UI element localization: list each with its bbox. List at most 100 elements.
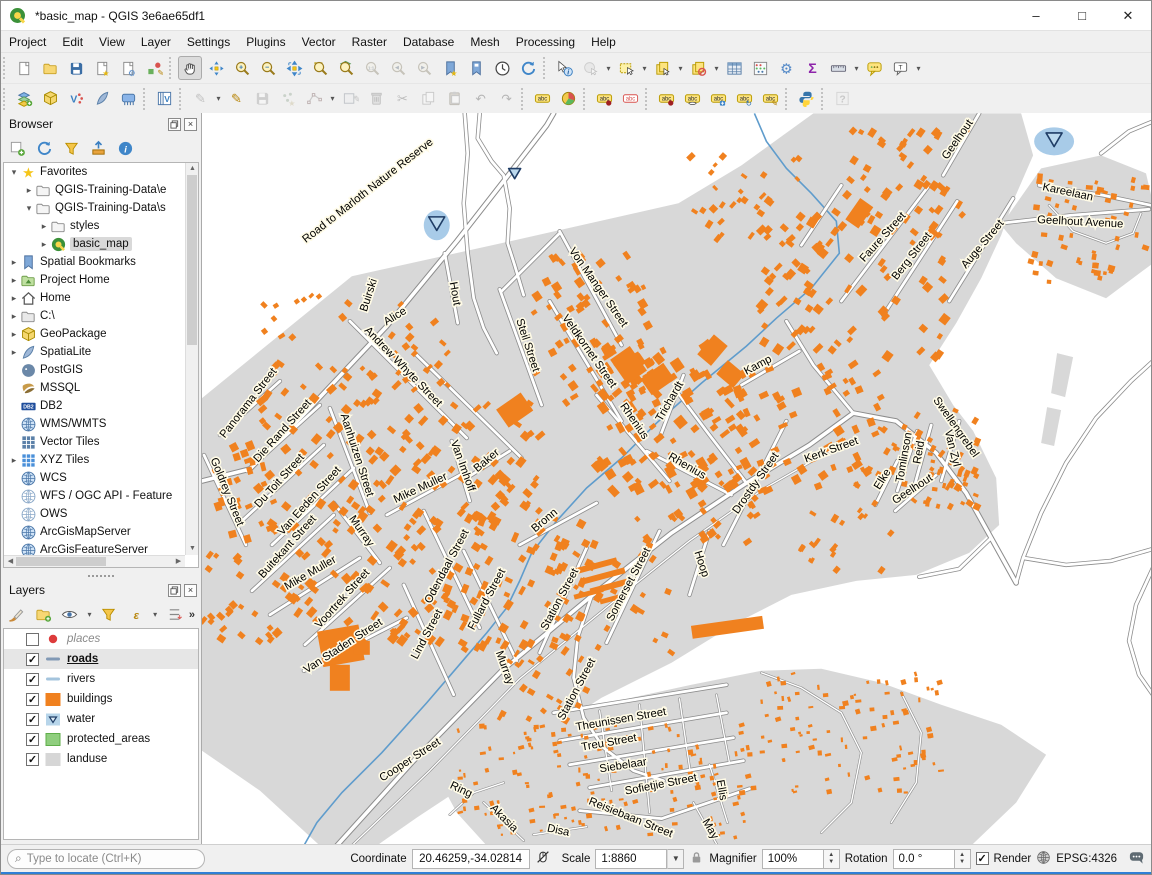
filter-legend-button[interactable]	[98, 604, 119, 626]
menu-mesh[interactable]: Mesh	[462, 33, 507, 51]
new-project-button[interactable]	[12, 56, 36, 80]
pin-labels-button[interactable]: abc	[592, 87, 616, 111]
browser-item-styles[interactable]: ▸styles	[4, 217, 198, 235]
manage-map-themes-button[interactable]	[59, 604, 80, 626]
deselect-features-button[interactable]	[686, 56, 710, 80]
browser-item-project-home[interactable]: ▸Project Home	[4, 271, 198, 289]
browser-item-wfs-ogc-api-feature[interactable]: WFS / OGC API - Feature	[4, 487, 198, 505]
expand-arrow-icon[interactable]: ▸	[23, 185, 35, 196]
deselect-features-dropdown-arrow[interactable]: ▾	[712, 64, 721, 73]
layer-item-landuse[interactable]: ✓landuse	[4, 749, 198, 769]
show-layout-manager-button[interactable]: ⚙	[116, 56, 140, 80]
vertex-tool-dropdown-arrow[interactable]: ▾	[328, 94, 337, 103]
filter-legend-by-expression-button[interactable]: ε	[124, 604, 145, 626]
add-group-button[interactable]	[32, 604, 53, 626]
menu-layer[interactable]: Layer	[133, 33, 179, 51]
layer-item-places[interactable]: places	[4, 629, 198, 649]
zoom-to-layer-button[interactable]	[334, 56, 358, 80]
browser-item-db2[interactable]: DB2DB2	[4, 397, 198, 415]
layer-diagram-button[interactable]	[556, 87, 580, 111]
scale-dropdown-arrow[interactable]: ▼	[667, 849, 684, 869]
expand-arrow-icon[interactable]: ▸	[38, 239, 50, 250]
menu-help[interactable]: Help	[583, 33, 624, 51]
layer-item-protected_areas[interactable]: ✓protected_areas	[4, 729, 198, 749]
browser-horizontal-scrollbar[interactable]: ◀▶	[4, 555, 185, 567]
add-vector-layer-button[interactable]	[12, 87, 36, 111]
expand-arrow-icon[interactable]: ▸	[8, 311, 20, 322]
browser-item-mssql[interactable]: MSSQL	[4, 379, 198, 397]
layer-visibility-checkbox[interactable]: ✓	[26, 653, 39, 666]
browser-item-qgis-training-data-e[interactable]: ▸QGIS-Training-Data\e	[4, 181, 198, 199]
expand-arrow-icon[interactable]: ▸	[8, 257, 20, 268]
new-spatial-bookmark-button[interactable]: ★	[438, 56, 462, 80]
new-print-layout-button[interactable]: ★	[90, 56, 114, 80]
highlight-pinned-labels-button[interactable]: abc	[618, 87, 642, 111]
crs-globe-icon[interactable]	[1036, 850, 1051, 868]
layers-close-button[interactable]: ×	[184, 584, 197, 597]
browser-item-c-[interactable]: ▸C:\	[4, 307, 198, 325]
text-annotation-button[interactable]: T	[888, 56, 912, 80]
expand-collapse-all-button[interactable]	[163, 604, 184, 626]
change-label-properties-button[interactable]: abc✎	[758, 87, 782, 111]
show-hide-labels-button[interactable]: abc	[680, 87, 704, 111]
open-project-button[interactable]	[38, 56, 62, 80]
browser-item-postgis[interactable]: PostGIS	[4, 361, 198, 379]
temporal-controller-button[interactable]	[490, 56, 514, 80]
browser-close-button[interactable]: ×	[184, 118, 197, 131]
select-features-dropdown-arrow[interactable]: ▾	[640, 64, 649, 73]
open-attribute-table-button[interactable]	[722, 56, 746, 80]
layer-visibility-checkbox[interactable]: ✓	[26, 753, 39, 766]
show-properties-widget-button[interactable]: i	[114, 138, 136, 160]
current-edits-dropdown-arrow[interactable]: ▾	[214, 94, 223, 103]
menu-raster[interactable]: Raster	[344, 33, 395, 51]
browser-item-qgis-training-data-s[interactable]: ▾QGIS-Training-Data\s	[4, 199, 198, 217]
zoom-full-button[interactable]	[282, 56, 306, 80]
layer-labeling-button[interactable]: abc	[530, 87, 554, 111]
expand-arrow-icon[interactable]: ▸	[8, 329, 20, 340]
close-button[interactable]: ✕	[1105, 1, 1151, 30]
toggle-extents-icon[interactable]	[535, 849, 551, 868]
menu-vector[interactable]: Vector	[294, 33, 344, 51]
crs-indicator[interactable]: EPSG:4326	[1056, 853, 1117, 865]
browser-item-wcs[interactable]: WCS	[4, 469, 198, 487]
layer-visibility-checkbox[interactable]	[26, 633, 39, 646]
map-tips-button[interactable]	[862, 56, 886, 80]
filter-legend-by-expression-dropdown-arrow[interactable]: ▾	[151, 610, 160, 619]
messages-icon[interactable]	[1128, 849, 1145, 869]
render-checkbox[interactable]: ✓	[976, 852, 989, 865]
browser-item-spatial-bookmarks[interactable]: ▸Spatial Bookmarks	[4, 253, 198, 271]
processing-toolbox-button[interactable]: ⚙	[774, 56, 798, 80]
menu-edit[interactable]: Edit	[54, 33, 91, 51]
toggle-label-display-button[interactable]: abc	[654, 87, 678, 111]
layers-toolbar-overflow-button[interactable]: »	[189, 609, 195, 621]
new-geopackage-layer-button[interactable]	[38, 87, 62, 111]
rotation-spinbox[interactable]: 0.0 ° ▲▼	[893, 849, 971, 869]
locator-search-input[interactable]: ⌕ Type to locate (Ctrl+K)	[7, 849, 205, 869]
move-label-button[interactable]: abc	[706, 87, 730, 111]
collapse-all-button[interactable]	[87, 138, 109, 160]
expand-arrow-icon[interactable]: ▾	[23, 203, 35, 214]
menu-view[interactable]: View	[91, 33, 133, 51]
layer-item-rivers[interactable]: ✓rivers	[4, 669, 198, 689]
browser-item-arcgismapserver[interactable]: ArcGisMapServer	[4, 523, 198, 541]
manage-map-themes-dropdown-arrow[interactable]: ▾	[85, 610, 94, 619]
layer-visibility-checkbox[interactable]: ✓	[26, 673, 39, 686]
expand-arrow-icon[interactable]: ▸	[8, 293, 20, 304]
menu-database[interactable]: Database	[395, 33, 462, 51]
layer-item-water[interactable]: ✓water	[4, 709, 198, 729]
browser-item-favorites[interactable]: ▾★Favorites	[4, 163, 198, 181]
layer-item-buildings[interactable]: ✓buildings	[4, 689, 198, 709]
measure-line-button[interactable]	[826, 56, 850, 80]
maximize-button[interactable]: □	[1059, 1, 1105, 30]
measure-line-dropdown-arrow[interactable]: ▾	[852, 64, 861, 73]
select-features-button[interactable]	[614, 56, 638, 80]
data-source-manager-button[interactable]: V	[152, 87, 176, 111]
pan-map-button[interactable]	[178, 56, 202, 80]
show-spatial-bookmarks-button[interactable]	[464, 56, 488, 80]
refresh-map-button[interactable]	[516, 56, 540, 80]
expand-arrow-icon[interactable]: ▸	[8, 347, 20, 358]
browser-item-ows[interactable]: OWS	[4, 505, 198, 523]
new-spatialite-layer-button[interactable]	[90, 87, 114, 111]
new-temporary-scratch-layer-button[interactable]	[116, 87, 140, 111]
browser-item-xyz-tiles[interactable]: ▸XYZ Tiles	[4, 451, 198, 469]
